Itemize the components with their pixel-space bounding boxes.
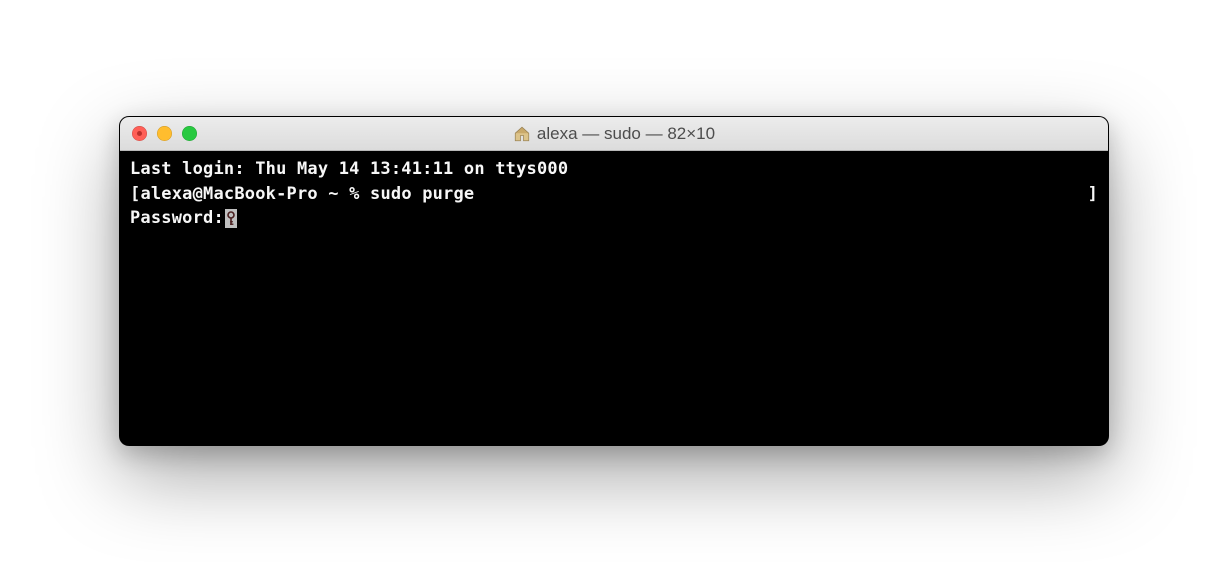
minimize-button[interactable] bbox=[157, 126, 172, 141]
prompt-line: [alexa@MacBook-Pro ~ % sudo purge ] bbox=[130, 182, 1098, 207]
password-label: Password: bbox=[130, 206, 224, 231]
maximize-button[interactable] bbox=[182, 126, 197, 141]
shell-prompt: alexa@MacBook-Pro ~ % bbox=[140, 184, 370, 204]
password-cursor[interactable] bbox=[225, 209, 237, 228]
home-icon bbox=[513, 125, 531, 143]
bracket-close: ] bbox=[1088, 182, 1098, 207]
traffic-lights bbox=[132, 126, 197, 141]
terminal-window: alexa — sudo — 82×10 Last login: Thu May… bbox=[119, 116, 1109, 446]
key-icon bbox=[226, 211, 236, 227]
window-title-text: alexa — sudo — 82×10 bbox=[537, 124, 715, 144]
close-button[interactable] bbox=[132, 126, 147, 141]
bracket-open: [ bbox=[130, 184, 140, 204]
password-line: Password: bbox=[130, 206, 1098, 231]
prompt-left: [alexa@MacBook-Pro ~ % sudo purge bbox=[130, 182, 474, 207]
command-text: sudo purge bbox=[370, 184, 474, 204]
last-login-line: Last login: Thu May 14 13:41:11 on ttys0… bbox=[130, 157, 1098, 182]
terminal-body[interactable]: Last login: Thu May 14 13:41:11 on ttys0… bbox=[120, 151, 1108, 445]
window-title: alexa — sudo — 82×10 bbox=[120, 124, 1108, 144]
title-bar[interactable]: alexa — sudo — 82×10 bbox=[120, 117, 1108, 151]
